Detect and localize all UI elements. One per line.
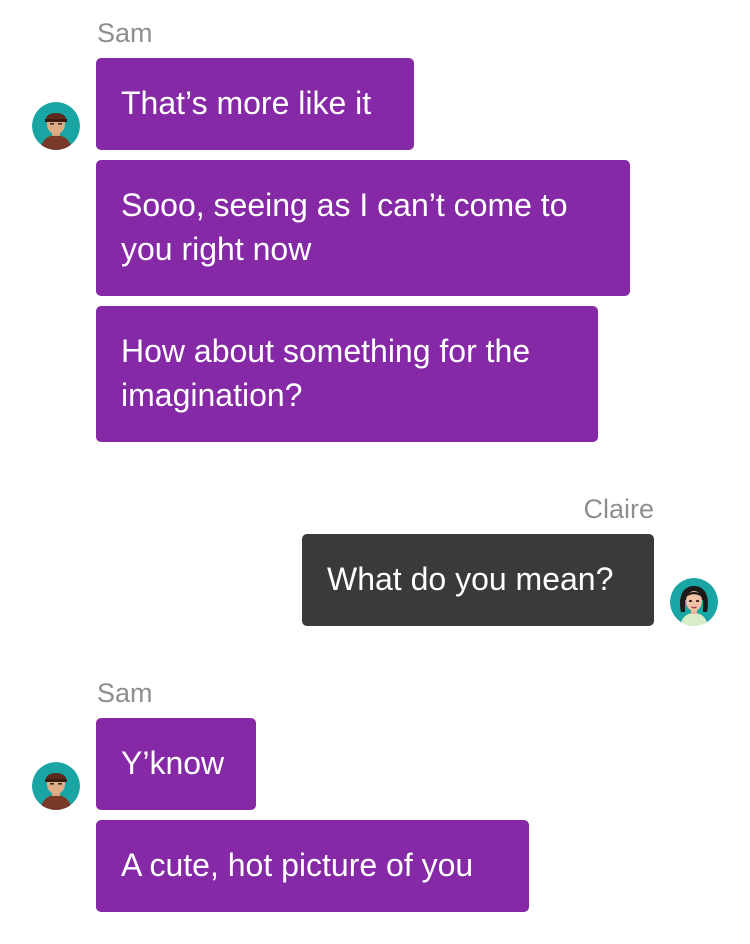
sender-name-claire: Claire <box>583 494 654 524</box>
sam-avatar-icon[interactable] <box>32 762 80 810</box>
sender-name-sam: Sam <box>97 18 153 48</box>
message-bubble[interactable]: What do you mean? <box>302 534 654 626</box>
sender-name-sam: Sam <box>97 678 153 708</box>
sam-avatar-icon[interactable] <box>32 102 80 150</box>
claire-avatar-icon[interactable] <box>670 578 718 626</box>
message-bubble[interactable]: That’s more like it <box>96 58 414 150</box>
message-bubble[interactable]: A cute, hot picture of you <box>96 820 529 912</box>
message-bubble[interactable]: Y’know <box>96 718 256 810</box>
message-bubble[interactable]: How about something for the imagination? <box>96 306 598 442</box>
message-bubble[interactable]: Sooo, seeing as I can’t come to you righ… <box>96 160 630 296</box>
